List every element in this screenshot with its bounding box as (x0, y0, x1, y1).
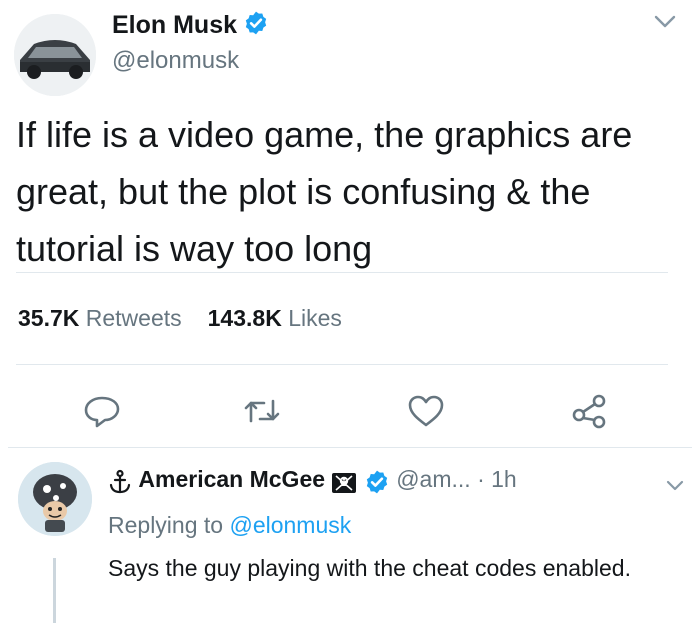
tweet-text: If life is a video game, the graphics ar… (16, 114, 633, 269)
author-handle[interactable]: @elonmusk (112, 47, 239, 75)
like-button[interactable] (404, 389, 448, 433)
reply-author-name[interactable]: American McGee (138, 466, 325, 492)
divider (16, 364, 668, 365)
mention-link[interactable]: @elonmusk (229, 512, 351, 538)
likes-stat[interactable]: 143.8K Likes (208, 305, 342, 331)
reply-header: American McGee @am... · 1h (108, 466, 517, 497)
chevron-down-icon[interactable] (650, 8, 680, 39)
heart-icon (408, 395, 444, 427)
divider (8, 447, 692, 448)
likes-label: Likes (288, 305, 342, 331)
divider (16, 272, 668, 273)
retweets-count: 35.7K (18, 305, 80, 331)
reply-icon (84, 396, 120, 428)
share-button[interactable] (568, 389, 612, 433)
retweets-label: Retweets (85, 305, 182, 331)
author-avatar[interactable] (14, 14, 96, 96)
chevron-down-icon[interactable] (662, 474, 688, 501)
share-icon (572, 394, 606, 429)
avatar-image (14, 14, 96, 96)
replying-to: Replying to @elonmusk (108, 512, 351, 539)
tweet-stats: 35.7K Retweets 143.8K Likes (18, 305, 342, 332)
thread-line (53, 558, 56, 623)
likes-count: 143.8K (207, 305, 282, 331)
verified-badge-icon (243, 10, 269, 43)
retweet-button[interactable] (240, 389, 284, 433)
retweet-icon (244, 399, 280, 423)
reply-button[interactable] (80, 389, 124, 433)
author-name-text: Elon Musk (112, 11, 238, 39)
reply-author-avatar[interactable] (18, 462, 92, 536)
meta-separator: · (477, 466, 485, 492)
reply-text: Says the guy playing with the cheat code… (108, 555, 631, 581)
replying-prefix: Replying to (108, 512, 224, 538)
reply-timestamp[interactable]: 1h (491, 466, 517, 492)
avatar-image (18, 462, 92, 536)
verified-badge-icon (364, 469, 390, 497)
pirate-flag-icon (331, 470, 357, 497)
reply-author-handle[interactable]: @am... (396, 466, 470, 492)
anchor-icon (108, 469, 132, 497)
author-name[interactable]: Elon Musk (112, 10, 269, 43)
retweets-stat[interactable]: 35.7K Retweets (18, 305, 182, 331)
